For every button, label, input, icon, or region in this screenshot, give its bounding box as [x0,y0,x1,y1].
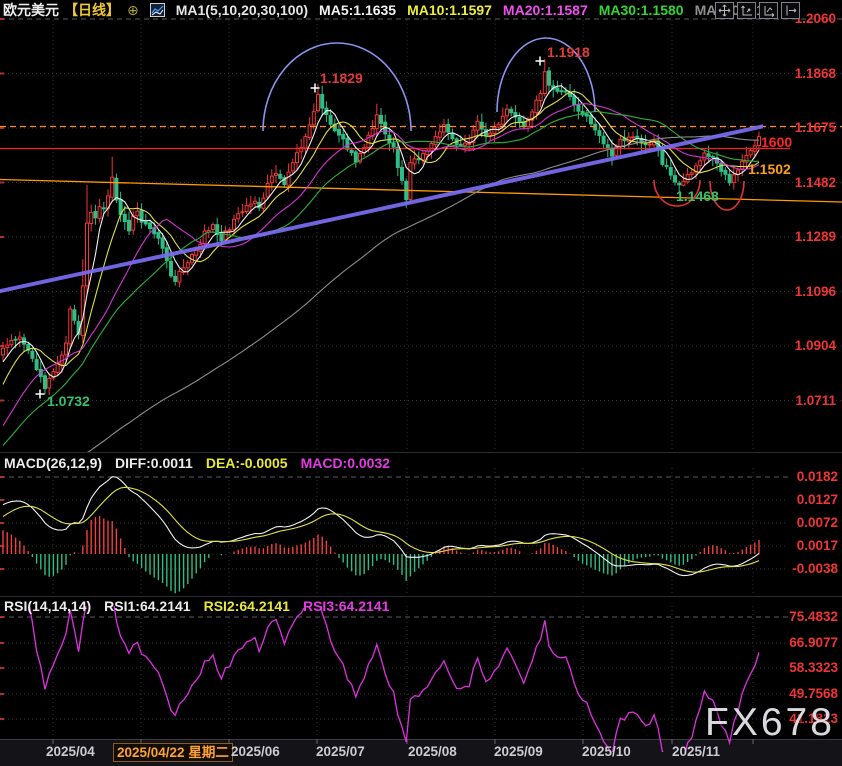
axis-scale-icon[interactable] [737,2,756,19]
chart-canvas[interactable] [0,0,842,766]
chart-toolbar [715,2,800,19]
chart-header: 欧元美元 【日线】 ⊕ MA1(5,10,20,30,100) MA5:1.16… [3,1,772,19]
macd-dea-value: DEA:-0.0005 [206,455,288,471]
time-axis-label: 2025/08 [408,744,457,759]
watermark: FX678 [705,701,835,745]
time-axis-label: 2025/10 [582,744,631,759]
symbol-name: 欧元美元 [3,0,59,20]
time-axis-label: 2025/06 [231,744,280,759]
time-axis-label: 2025/07 [316,744,365,759]
jump-latest-icon[interactable] [781,2,800,19]
rsi-params[interactable]: RSI(14,14,14) [4,598,91,614]
time-axis-label: 2025/11 [672,744,720,759]
rsi3-value: RSI3:64.2141 [303,598,389,614]
axis-play-icon[interactable] [759,2,778,19]
link-icon[interactable]: ⊕ [127,2,139,19]
macd-diff-value: DIFF:0.0011 [115,455,193,471]
ma10-value: MA10:1.1597 [407,2,492,18]
ma-settings-label: MA1(5,10,20,30,100) [176,2,308,18]
pan-icon[interactable] [715,2,734,19]
rsi-header: RSI(14,14,14) RSI1:64.2141 RSI2:64.2141 … [4,598,389,614]
macd-macd-value: MACD:0.0032 [301,455,390,471]
macd-params[interactable]: MACD(26,12,9) [4,455,102,471]
rsi2-value: RSI2:64.2141 [204,598,290,614]
macd-header: MACD(26,12,9) DIFF:0.0011 DEA:-0.0005 MA… [4,455,390,471]
ma30-value: MA30:1.1580 [599,2,684,18]
ma5-value: MA5:1.1635 [319,2,396,18]
rsi1-value: RSI1:64.2141 [104,598,190,614]
chart-window: 欧元美元 【日线】 ⊕ MA1(5,10,20,30,100) MA5:1.16… [0,0,842,766]
period-label[interactable]: 【日线】 [64,0,120,20]
time-axis-label: 2025/09 [494,744,543,759]
chart-type-icon[interactable] [150,3,165,17]
ma20-value: MA20:1.1587 [503,2,588,18]
time-axis-label-selected[interactable]: 2025/04/22 星期二 [113,743,233,762]
time-axis-label: 2025/04 [46,744,95,759]
